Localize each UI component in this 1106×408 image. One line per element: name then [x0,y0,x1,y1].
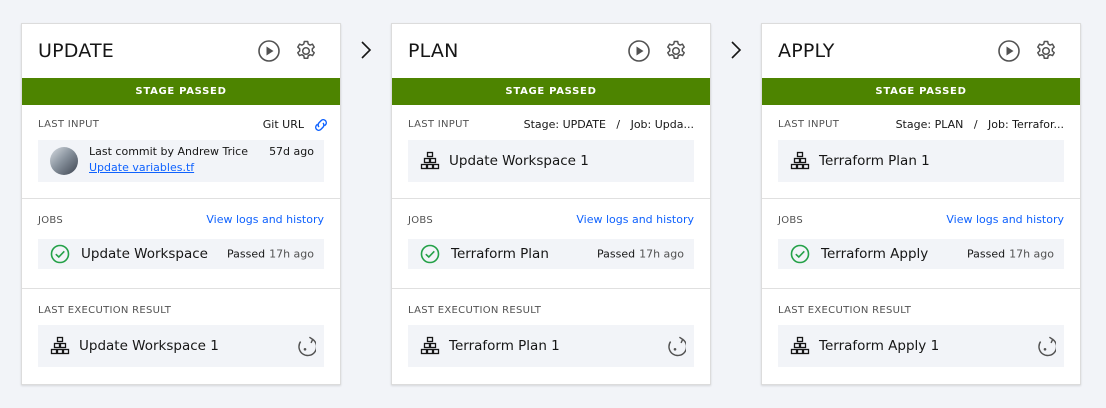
job-name: Terraform Plan [451,246,549,262]
restore-icon[interactable] [294,335,316,357]
stage-header: UPDATE [22,24,340,78]
job-status: Passed 17h ago [597,248,684,261]
last-result-label: LAST EXECUTION RESULT [408,305,542,316]
link-icon[interactable] [312,116,330,134]
job-tile[interactable]: Terraform Apply Passed 17h ago [778,239,1064,269]
jobs-label: JOBS [408,215,434,226]
avatar [50,147,78,175]
last-result-section: LAST EXECUTION RESULT Terraform Apply 1 [762,289,1080,385]
stage-status-bar: STAGE PASSED [762,78,1080,105]
last-input-label: LAST INPUT [38,119,100,130]
job-status: Passed 17h ago [967,248,1054,261]
gear-icon[interactable] [1034,39,1058,63]
chevron-right-icon [361,41,372,59]
job-time: 17h ago [269,247,314,261]
view-logs-link[interactable]: View logs and history [206,213,324,226]
job-name: Terraform Apply [821,246,929,262]
stage-status-bar: STAGE PASSED [22,78,340,105]
result-tile[interactable]: Update Workspace 1 [38,325,324,367]
restore-icon[interactable] [664,335,686,357]
run-stage-icon[interactable] [997,39,1021,63]
stage-title: PLAN [408,40,459,62]
run-stage-icon[interactable] [257,39,281,63]
last-result-label: LAST EXECUTION RESULT [778,305,912,316]
gear-icon[interactable] [664,39,688,63]
workspace-stack-icon [50,336,70,355]
jobs-label: JOBS [778,215,804,226]
view-logs-link[interactable]: View logs and history [946,213,1064,226]
job-status-text: Passed [226,247,266,261]
job-tile[interactable]: Terraform Plan Passed 17h ago [408,239,694,269]
view-logs-link[interactable]: View logs and history [576,213,694,226]
stage-title: UPDATE [38,40,114,62]
check-icon [790,244,810,264]
last-input-section: LAST INPUT Stage: UPDATE / Job: Upda... … [392,105,710,199]
job-status-text: Passed [596,247,636,261]
restore-icon[interactable] [1034,335,1056,357]
result-name: Terraform Plan 1 [449,338,560,354]
run-stage-icon[interactable] [627,39,651,63]
git-url-label: Git URL [262,118,304,131]
check-icon [420,244,440,264]
job-time: 17h ago [1009,247,1054,261]
input-source: Stage: PLAN / Job: Terrafor... [895,118,1064,131]
last-input-section: LAST INPUT Git URL Last commit by Andrew… [22,105,340,199]
job-status: Passed 17h ago [227,248,314,261]
last-result-label: LAST EXECUTION RESULT [38,305,172,316]
stage-card-plan: PLAN STAGE PASSED LAST INPUT Stage: UPDA… [391,23,711,385]
input-tile[interactable]: Terraform Plan 1 [778,140,1064,182]
last-result-section: LAST EXECUTION RESULT Terraform Plan 1 [392,289,710,385]
result-tile[interactable]: Terraform Plan 1 [408,325,694,367]
commit-tile: Last commit by Andrew Trice Update varia… [38,140,324,182]
input-source: Stage: UPDATE / Job: Upda... [523,118,694,131]
workspace-stack-icon [790,151,810,170]
jobs-section: JOBS View logs and history Terraform Pla… [392,199,710,289]
stage-title: APPLY [778,40,835,62]
result-name: Update Workspace 1 [79,338,219,354]
stage-card-update: UPDATE STAGE PASSED LAST INPUT Git URL L… [21,23,341,385]
stage-header: PLAN [392,24,710,78]
last-input-label: LAST INPUT [778,119,840,130]
stage-status-bar: STAGE PASSED [392,78,710,105]
last-result-section: LAST EXECUTION RESULT Update Workspace 1 [22,289,340,385]
check-icon [50,244,70,264]
gear-icon[interactable] [294,39,318,63]
result-name: Terraform Apply 1 [819,338,940,354]
commit-file-link[interactable]: Update variables.tf [89,161,194,174]
stage-card-apply: APPLY STAGE PASSED LAST INPUT Stage: PLA… [761,23,1081,385]
jobs-label: JOBS [38,215,64,226]
workspace-stack-icon [420,151,440,170]
job-time: 17h ago [639,247,684,261]
result-tile[interactable]: Terraform Apply 1 [778,325,1064,367]
job-tile[interactable]: Update Workspace Passed 17h ago [38,239,324,269]
input-tile[interactable]: Update Workspace 1 [408,140,694,182]
job-name: Update Workspace [81,246,208,262]
workspace-stack-icon [790,336,810,355]
input-name: Terraform Plan 1 [819,153,930,169]
commit-age: 57d ago [269,145,314,158]
chevron-right-icon [731,41,742,59]
input-name: Update Workspace 1 [449,153,589,169]
commit-author: Last commit by Andrew Trice [89,145,248,158]
workspace-stack-icon [420,336,440,355]
last-input-label: LAST INPUT [408,119,470,130]
jobs-section: JOBS View logs and history Update Worksp… [22,199,340,289]
jobs-section: JOBS View logs and history Terraform App… [762,199,1080,289]
last-input-section: LAST INPUT Stage: PLAN / Job: Terrafor..… [762,105,1080,199]
job-status-text: Passed [966,247,1006,261]
stage-header: APPLY [762,24,1080,78]
